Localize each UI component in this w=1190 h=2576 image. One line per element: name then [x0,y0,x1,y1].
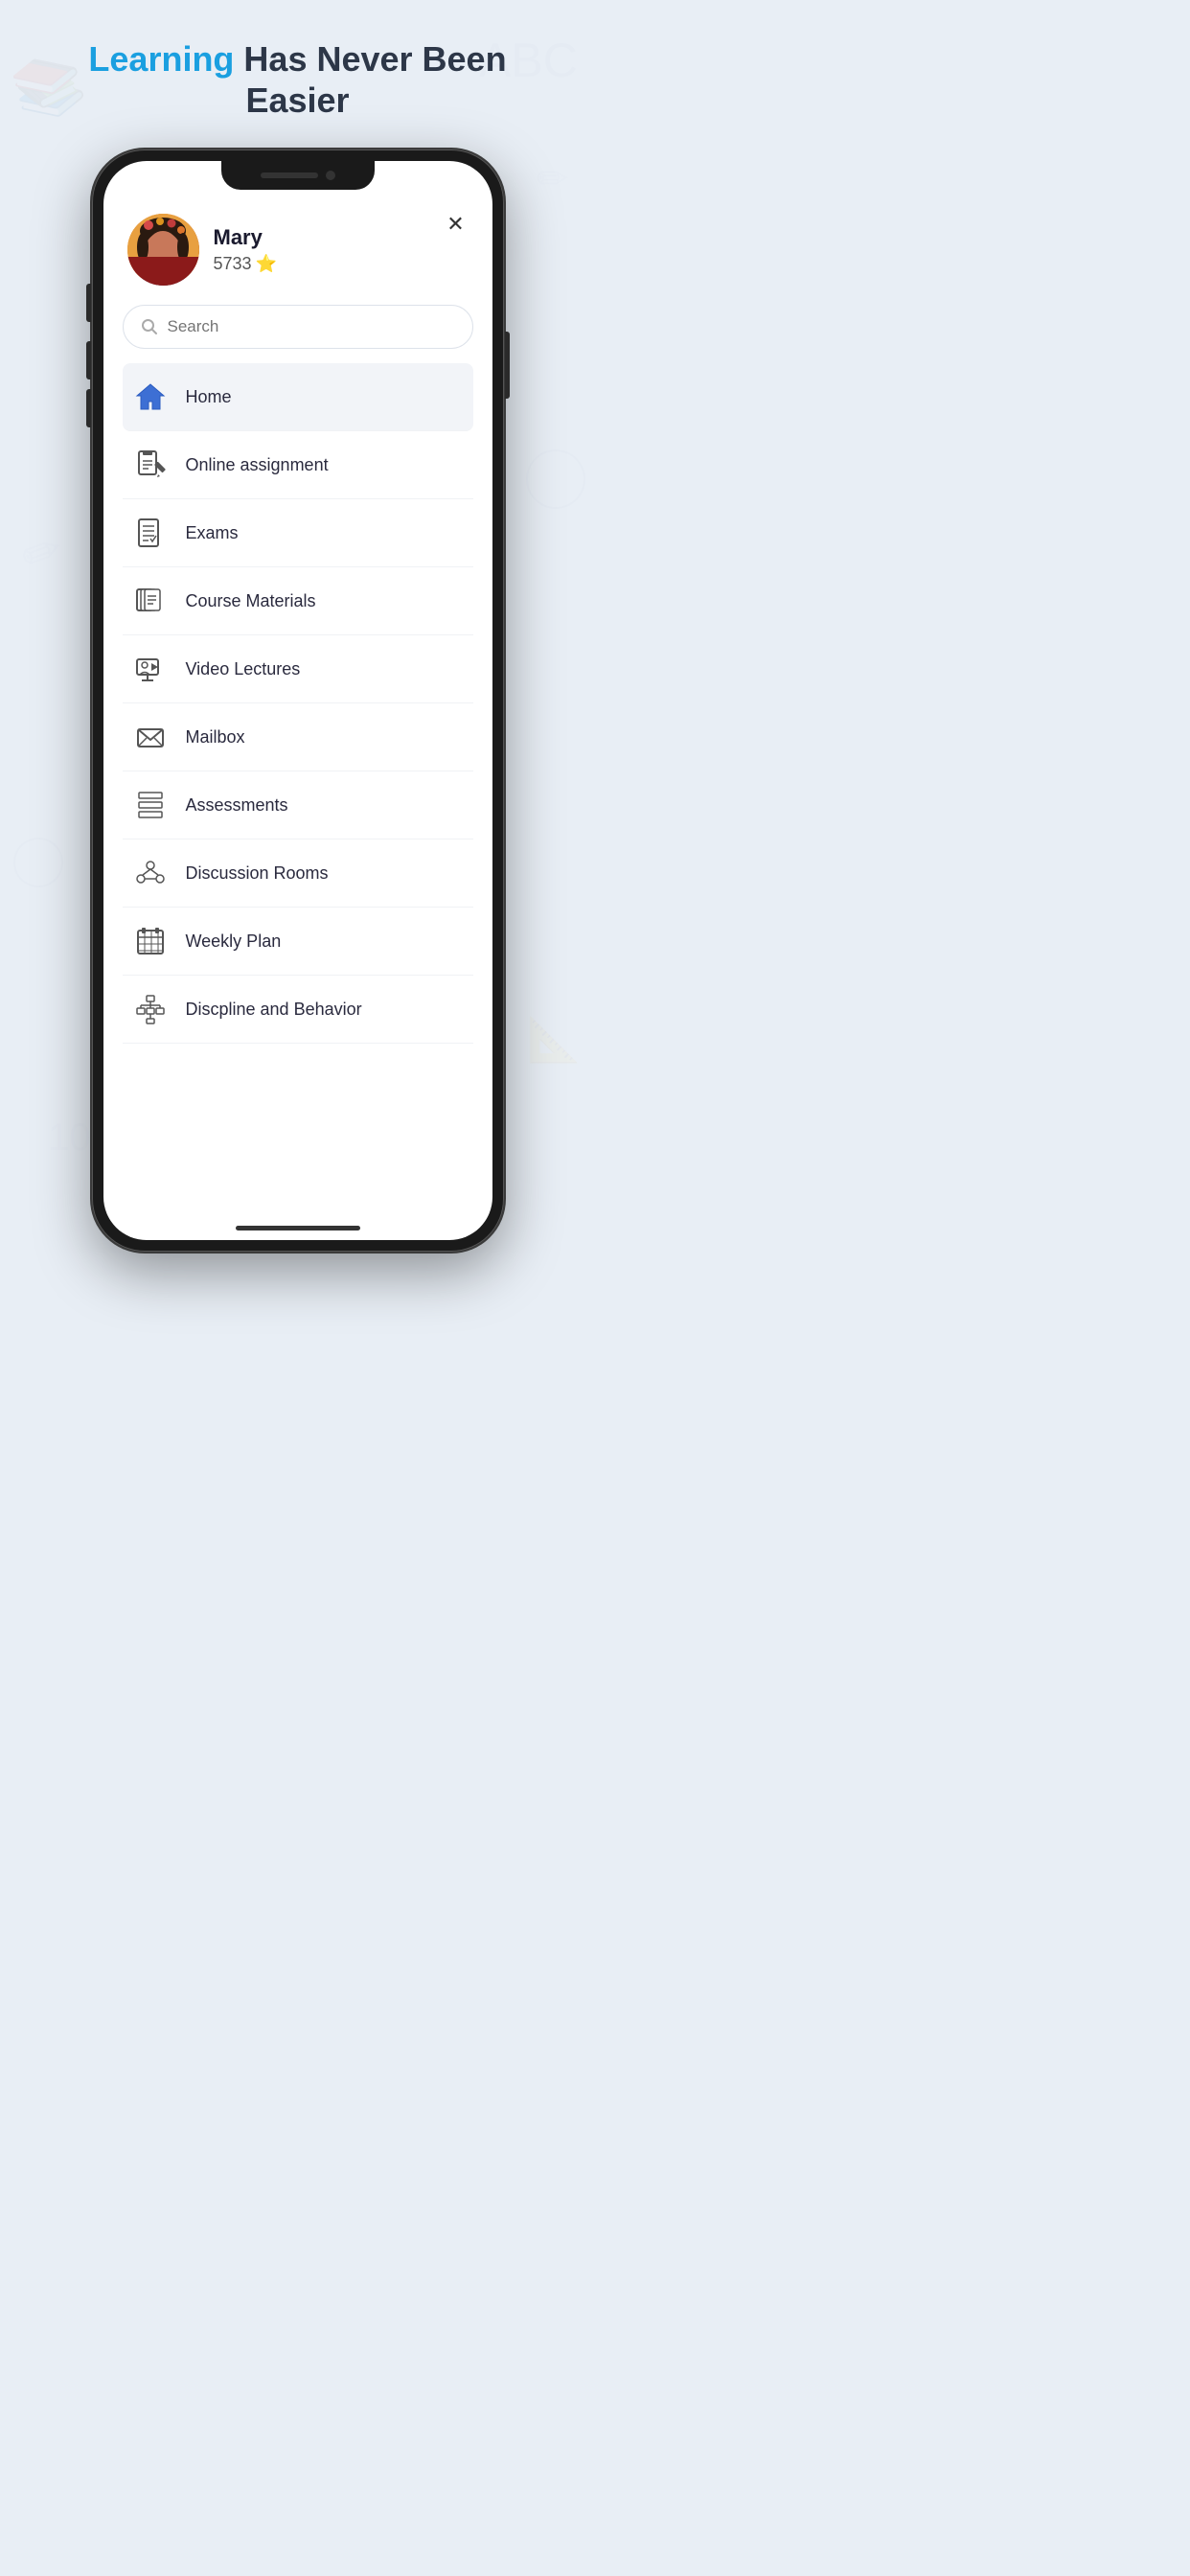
menu-label-online-assignment: Online assignment [186,455,329,475]
title-highlight: Learning [88,39,234,79]
user-score: 5733 ⭐ [214,254,277,274]
menu-list: Home [123,363,473,1044]
avatar [127,214,199,286]
menu-label-discussion-rooms: Discussion Rooms [186,863,329,884]
phone-notch [221,161,375,190]
search-bar[interactable] [123,305,473,349]
menu-item-weekly-plan[interactable]: Weekly Plan [123,908,473,976]
home-indicator [236,1226,360,1230]
online-assignment-icon [132,447,169,483]
phone-frame: ✕ [92,150,504,1252]
menu-label-mailbox: Mailbox [186,727,245,748]
svg-text:📐: 📐 [527,1015,581,1064]
menu-item-assessments[interactable]: Assessments [123,771,473,840]
notch-camera [326,171,335,180]
phone-screen: ✕ [103,161,492,1240]
title-rest: Has Never Been Easier [234,39,506,120]
exams-icon [132,515,169,551]
svg-text:10: 10 [48,1116,91,1159]
page-title: Learning Has Never Been Easier [0,38,595,121]
menu-label-assessments: Assessments [186,795,288,816]
score-icon: ⭐ [256,254,277,274]
menu-item-mailbox[interactable]: Mailbox [123,703,473,771]
svg-text:✏: ✏ [537,158,569,200]
user-profile: Mary 5733 ⭐ [123,204,473,305]
user-name: Mary [214,225,277,250]
avatar-image [127,214,199,286]
menu-label-course-materials: Course Materials [186,591,316,611]
discipline-behavior-icon [132,991,169,1027]
menu-item-discussion-rooms[interactable]: Discussion Rooms [123,840,473,908]
course-materials-icon [132,583,169,619]
menu-label-video-lectures: Video Lectures [186,659,301,679]
svg-text:✏: ✏ [14,520,71,585]
notch-speaker [261,172,318,178]
menu-item-online-assignment[interactable]: Online assignment [123,431,473,499]
close-button[interactable]: ✕ [441,209,471,240]
menu-label-exams: Exams [186,523,239,543]
menu-item-home[interactable]: Home [123,363,473,431]
assessments-icon [132,787,169,823]
menu-item-exams[interactable]: Exams [123,499,473,567]
score-value: 5733 [214,254,252,274]
menu-label-discipline-behavior: Discpline and Behavior [186,1000,362,1020]
screen-content: ✕ [103,161,492,1240]
mailbox-icon [132,719,169,755]
menu-item-course-materials[interactable]: Course Materials [123,567,473,635]
menu-item-discipline-behavior[interactable]: Discpline and Behavior [123,976,473,1044]
menu-label-weekly-plan: Weekly Plan [186,932,282,952]
user-info: Mary 5733 ⭐ [214,225,277,274]
menu-label-home: Home [186,387,232,407]
home-icon [132,379,169,415]
video-lectures-icon [132,651,169,687]
menu-item-video-lectures[interactable]: Video Lectures [123,635,473,703]
search-input[interactable] [168,317,455,336]
search-icon [141,318,158,335]
discussion-rooms-icon [132,855,169,891]
weekly-plan-icon [132,923,169,959]
